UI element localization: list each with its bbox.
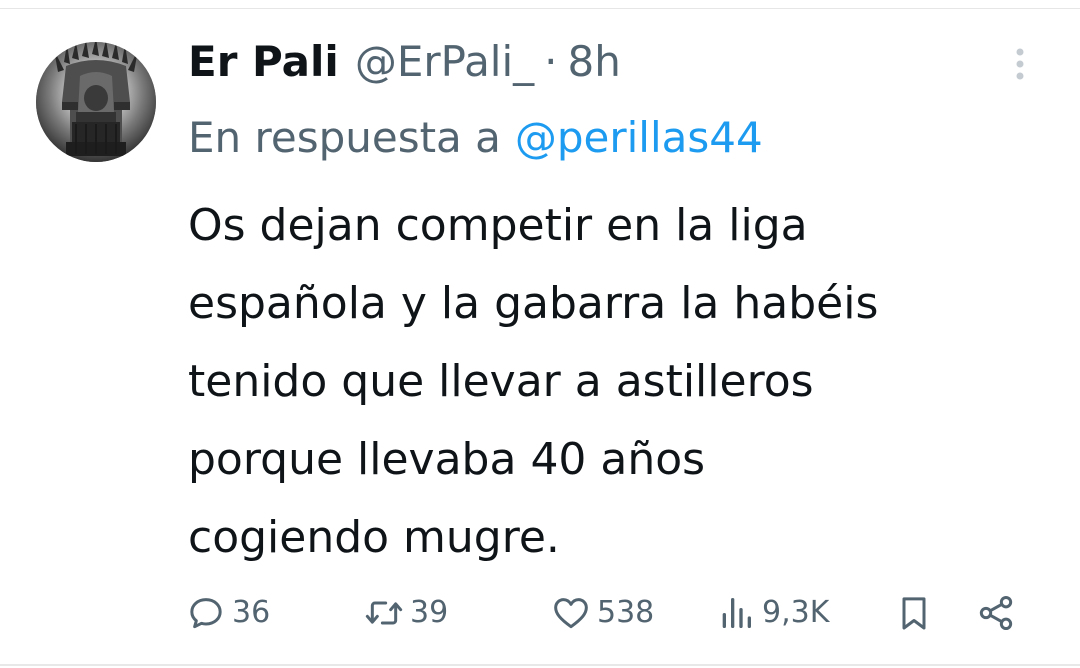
views-button[interactable]: 9,3K (716, 588, 829, 638)
tweet-text: Os dejan competir en la liga española y … (188, 200, 879, 563)
tweet-actions-bar: 36 39 538 9,3K (0, 588, 1080, 638)
avatar[interactable] (36, 42, 156, 162)
more-vertical-icon[interactable] (1006, 44, 1034, 84)
author-handle[interactable]: @ErPali_ (355, 34, 534, 90)
reply-icon (190, 598, 222, 629)
heart-icon (554, 598, 588, 629)
bookmark-icon (902, 597, 926, 630)
like-button[interactable]: 538 (551, 588, 654, 638)
tweet-header: Er Pali @ErPali_ · 8h (188, 34, 621, 90)
share-icon (979, 596, 1013, 630)
tweet-timestamp[interactable]: 8h (568, 34, 621, 90)
reply-count: 36 (232, 595, 271, 630)
views-icon (722, 598, 751, 628)
header-separator: · (544, 37, 558, 86)
reply-context: En respuesta a @perillas44 (188, 110, 763, 166)
display-name[interactable]: Er Pali (188, 34, 339, 90)
reply-prefix-label: En respuesta a (188, 113, 501, 162)
retweet-button[interactable]: 39 (364, 588, 448, 638)
retweet-count: 39 (410, 595, 449, 630)
like-count: 538 (597, 595, 655, 630)
top-divider (0, 8, 1080, 9)
bottom-divider (0, 664, 1080, 666)
iron-throne-avatar-icon (36, 42, 156, 162)
share-button[interactable] (976, 588, 1016, 638)
bookmark-button[interactable] (894, 588, 934, 638)
reply-to-handle-link[interactable]: @perillas44 (515, 113, 763, 162)
reply-button[interactable]: 36 (186, 588, 270, 638)
views-count: 9,3K (762, 595, 830, 630)
retweet-icon (365, 601, 403, 625)
